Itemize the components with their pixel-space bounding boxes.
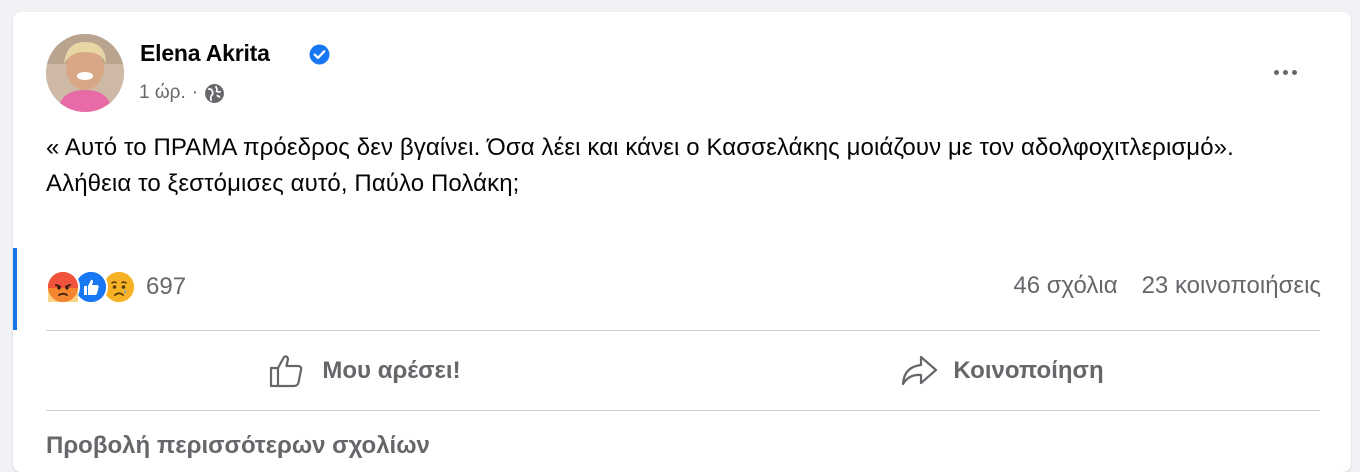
globe-icon[interactable] — [204, 83, 225, 104]
reaction-summary[interactable]: 697 — [46, 270, 186, 304]
share-arrow-icon — [902, 355, 938, 386]
post-card: Elena Akrita 1 ώρ. · « Αυτό το ΠΡΑΜΑ πρό… — [13, 12, 1351, 472]
shares-count-link[interactable]: 23 κοινοποιήσεις — [1142, 272, 1321, 300]
angry-reaction-icon — [46, 270, 80, 304]
divider — [46, 330, 1320, 331]
view-more-comments-link[interactable]: Προβολή περισσότερων σχολίων — [46, 432, 430, 460]
author-name[interactable]: Elena Akrita — [140, 40, 270, 67]
comments-count-link[interactable]: 46 σχόλια — [1013, 272, 1117, 300]
like-button-label: Μου αρέσει! — [322, 357, 461, 384]
post-text-line: « Αυτό το ΠΡΑΜΑ πρόεδρος δεν βγαίνει. Όσ… — [46, 134, 1234, 161]
divider — [46, 410, 1320, 411]
focus-indicator — [13, 248, 17, 330]
post-meta: 1 ώρ. · — [139, 82, 225, 104]
action-bar: Μου αρέσει! Κοινοποίηση — [46, 332, 1320, 410]
post-text-line: Αλήθεια το ξεστόμισες αυτό, Παύλο Πολάκη… — [46, 170, 520, 197]
share-button[interactable]: Κοινοποίηση — [683, 332, 1320, 410]
author-avatar[interactable] — [46, 34, 124, 112]
share-button-label: Κοινοποίηση — [953, 357, 1104, 384]
thumbs-up-icon — [270, 355, 303, 388]
verified-badge-icon — [309, 44, 330, 65]
more-options-icon-dot — [1282, 69, 1288, 75]
post-stats: 46 σχόλια 23 κοινοποιήσεις — [1013, 272, 1321, 300]
like-button[interactable]: Μου αρέσει! — [46, 332, 683, 410]
more-options-button[interactable] — [1263, 56, 1307, 88]
avatar-photo — [46, 34, 124, 112]
post-body: « Αυτό το ΠΡΑΜΑ πρόεδρος δεν βγαίνει. Όσ… — [46, 130, 1316, 202]
reaction-count: 697 — [146, 273, 187, 300]
more-options-icon — [1273, 69, 1279, 75]
post-timestamp[interactable]: 1 ώρ. — [139, 82, 186, 104]
meta-separator: · — [191, 82, 199, 103]
more-options-icon-dot — [1291, 69, 1297, 75]
